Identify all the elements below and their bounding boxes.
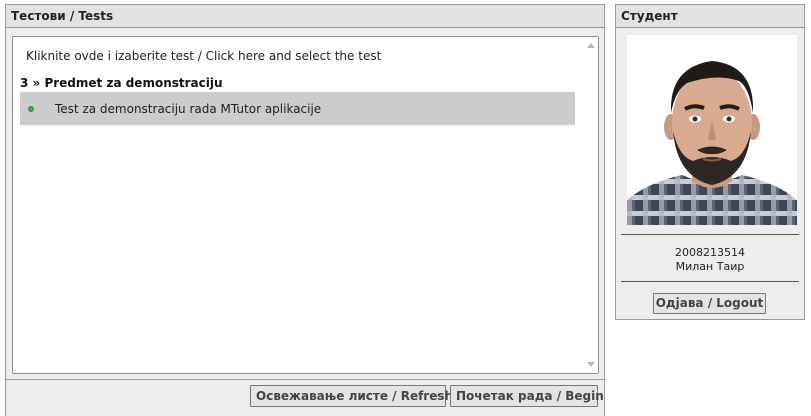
scroll-up-arrow-icon[interactable]	[587, 43, 595, 48]
tests-button-bar: Освежавање листе / Refresh Почетак рада …	[6, 379, 604, 410]
subject-heading: 3 » Predmet za demonstraciju	[20, 76, 223, 90]
refresh-button[interactable]: Освежавање листе / Refresh	[250, 385, 453, 407]
student-name: Милан Таир	[675, 260, 745, 273]
scroll-down-arrow-icon[interactable]	[587, 362, 595, 367]
student-panel-title: Студент	[616, 5, 804, 28]
select-test-hint: Kliknite ovde i izaberite test / Click h…	[26, 49, 382, 63]
tests-panel-title: Тестови / Tests	[6, 5, 604, 28]
divider	[621, 281, 799, 282]
tests-list[interactable]: Kliknite ovde i izaberite test / Click h…	[12, 36, 599, 374]
begin-button[interactable]: Почетак рада / Begin	[450, 385, 604, 407]
student-photo	[627, 35, 797, 225]
tests-panel: Тестови / Tests Kliknite ovde i izaberit…	[5, 4, 605, 416]
test-name: Test za demonstraciju rada MTutor aplika…	[55, 102, 322, 116]
tests-list-scrollbar[interactable]	[584, 37, 598, 373]
student-id: 2008213514	[675, 246, 745, 259]
student-panel: Студент 2008213514 Милан Таир Одјава / L…	[615, 4, 805, 320]
status-dot-icon	[28, 106, 34, 112]
divider	[621, 234, 799, 235]
test-list-item[interactable]: Test za demonstraciju rada MTutor aplika…	[20, 92, 575, 125]
logout-button[interactable]: Одјава / Logout	[653, 293, 766, 314]
